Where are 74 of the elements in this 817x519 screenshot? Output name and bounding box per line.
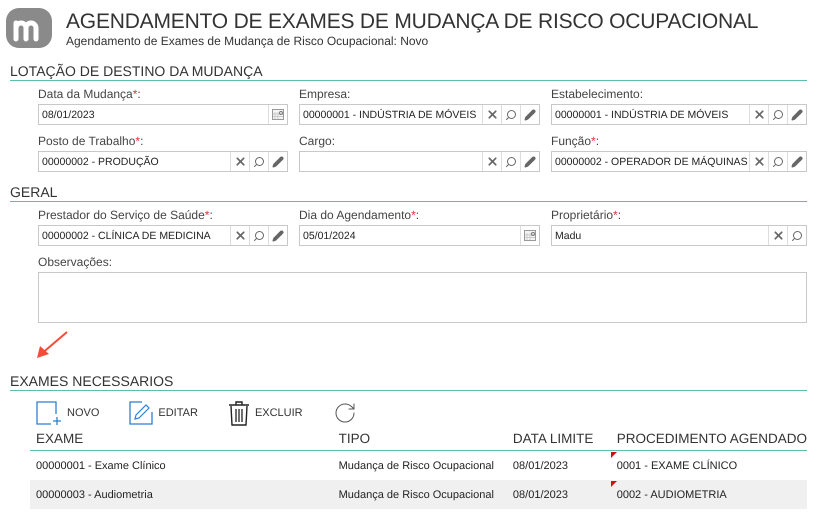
toolbar-button[interactable]: NOVO bbox=[36, 401, 100, 425]
new-icon bbox=[36, 401, 62, 425]
pencil-icon bbox=[791, 108, 803, 120]
search-icon bbox=[791, 230, 803, 242]
table-cell: 00000003 - Audiometria bbox=[30, 480, 333, 509]
pencil-icon bbox=[272, 156, 284, 168]
table-cell: 00000001 - Exame Clínico bbox=[30, 450, 333, 480]
table-cell: Mudança de Risco Ocupacional bbox=[332, 450, 507, 480]
field-label: Estabelecimento: bbox=[551, 87, 644, 102]
edit-button[interactable] bbox=[787, 105, 806, 124]
field-label: Data da Mudança*: bbox=[38, 87, 142, 102]
date-field[interactable]: 08/01/2023 bbox=[38, 104, 288, 125]
calendar-icon bbox=[272, 109, 284, 120]
section-title: EXAMES NECESSARIOS bbox=[10, 373, 807, 391]
lookup-field[interactable]: 00000002 - PRODUÇÃO bbox=[38, 151, 288, 172]
field-label: Proprietário*: bbox=[551, 208, 622, 223]
arrow-icon bbox=[36, 331, 68, 359]
search-icon bbox=[505, 108, 517, 120]
calendar-icon bbox=[524, 230, 536, 241]
lookup-field[interactable]: 00000001 - INDÚSTRIA DE MÓVEIS bbox=[551, 104, 807, 125]
edit-button[interactable] bbox=[268, 226, 287, 245]
lookup-field[interactable]: 00000002 - OPERADOR DE MÁQUINAS bbox=[551, 151, 807, 172]
close-icon bbox=[234, 155, 246, 168]
table-cell: Mudança de Risco Ocupacional bbox=[332, 480, 507, 509]
close-icon bbox=[486, 108, 498, 121]
edit-button[interactable] bbox=[268, 152, 287, 171]
pencil-icon bbox=[524, 108, 536, 120]
pencil-icon bbox=[524, 156, 536, 168]
edit-button[interactable] bbox=[787, 152, 806, 171]
edit-button[interactable] bbox=[520, 105, 539, 124]
field-label: Posto de Trabalho*: bbox=[38, 134, 144, 149]
close-icon bbox=[772, 229, 784, 242]
field-label: Empresa: bbox=[299, 87, 352, 102]
toolbar-button[interactable]: EDITAR bbox=[129, 401, 198, 425]
lookup-field[interactable]: 00000002 - CLÍNICA DE MEDICINA bbox=[38, 225, 288, 246]
table-row[interactable]: 00000001 - Exame Clínico Mudança de Risco Ocupacional 08/01/2023 0001 - EXAME CLÍNICO bbox=[30, 450, 807, 480]
search-icon bbox=[253, 156, 265, 168]
logo-icon bbox=[6, 8, 52, 48]
close-icon bbox=[234, 229, 246, 242]
search-icon bbox=[253, 230, 265, 242]
table-cell: 0001 - EXAME CLÍNICO bbox=[610, 450, 807, 480]
calendar-button[interactable] bbox=[268, 105, 287, 124]
lookup-field[interactable] bbox=[299, 151, 540, 172]
field-label: Cargo: bbox=[299, 134, 336, 149]
section-title: GERAL bbox=[10, 184, 807, 202]
edit-icon bbox=[129, 401, 154, 425]
table-cell: 08/01/2023 bbox=[506, 480, 611, 509]
date-field[interactable]: 05/01/2024 bbox=[299, 225, 540, 246]
close-icon bbox=[486, 155, 498, 168]
pencil-icon bbox=[272, 230, 284, 242]
field-label: Observações: bbox=[38, 255, 114, 270]
field-label: Função*: bbox=[551, 134, 600, 149]
section-title: LOTAÇÃO DE DESTINO DA MUDANÇA bbox=[10, 63, 807, 81]
table-cell: 0002 - AUDIOMETRIA bbox=[610, 480, 807, 509]
trash-icon bbox=[228, 400, 250, 426]
pencil-icon bbox=[791, 156, 803, 168]
edit-button[interactable] bbox=[520, 152, 539, 171]
close-icon bbox=[752, 155, 766, 168]
calendar-button[interactable] bbox=[520, 226, 539, 245]
toolbar-button[interactable]: EXCLUIR bbox=[228, 400, 303, 426]
search-icon bbox=[505, 156, 517, 168]
lookup-field[interactable]: 00000001 - INDÚSTRIA DE MÓVEIS bbox=[299, 104, 540, 125]
search-icon bbox=[772, 156, 784, 168]
field-label: Prestador do Serviço de Saúde*: bbox=[38, 208, 214, 223]
refresh-button[interactable] bbox=[332, 401, 357, 425]
page-title: AGENDAMENTO DE EXAMES DE MUDANÇA DE RISCO OCUPACIONAL bbox=[66, 10, 758, 34]
close-icon bbox=[752, 108, 766, 121]
table-cell: 08/01/2023 bbox=[506, 450, 611, 480]
lookup-field[interactable]: Madu bbox=[551, 225, 807, 246]
observations-field[interactable] bbox=[38, 272, 807, 323]
page-subtitle: Agendamento de Exames de Mudança de Risco Ocupacional: Novo bbox=[66, 34, 430, 48]
refresh-icon bbox=[332, 401, 357, 425]
search-icon bbox=[772, 108, 784, 120]
field-label: Dia do Agendamento*: bbox=[299, 208, 420, 223]
